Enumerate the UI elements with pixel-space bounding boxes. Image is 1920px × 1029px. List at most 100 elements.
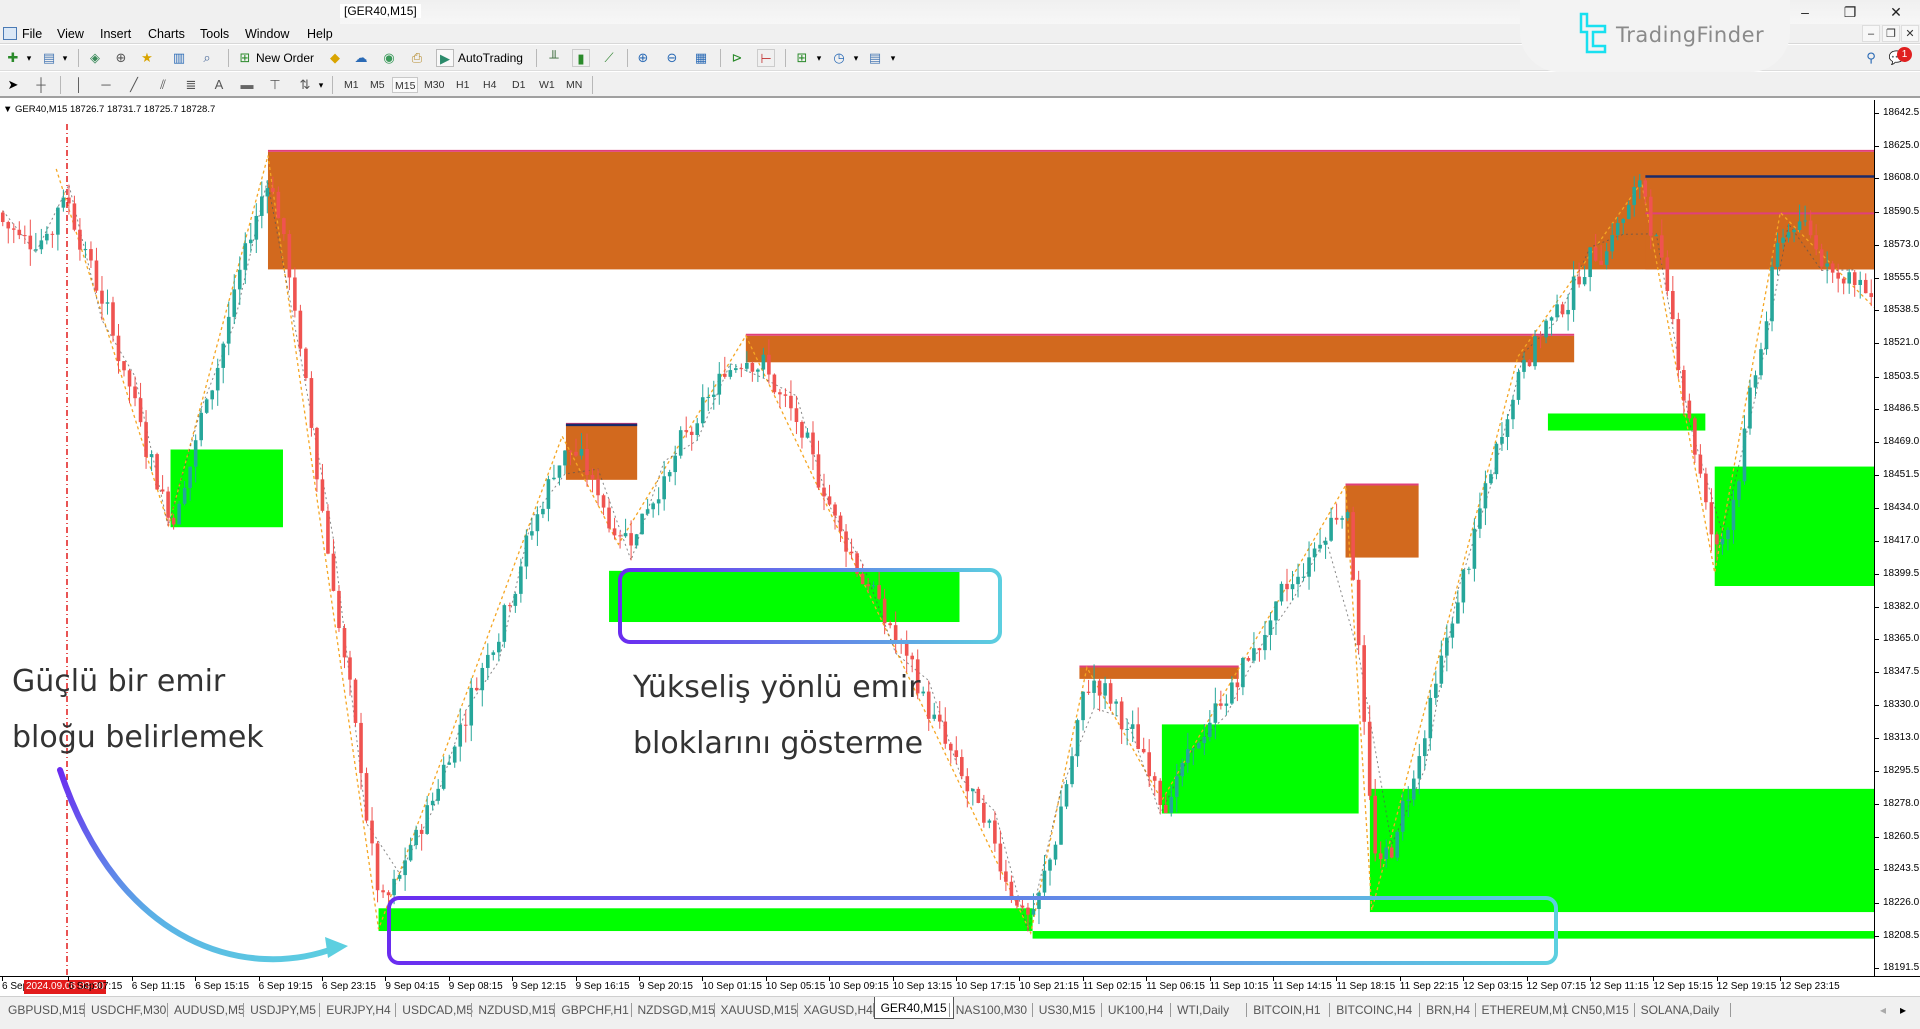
market-watch-icon[interactable]: ◈ <box>86 49 104 67</box>
menu-tools[interactable]: Tools <box>200 27 229 41</box>
crosshair-icon[interactable]: ┼ <box>32 76 50 94</box>
indicators-icon[interactable]: ⊞ <box>793 49 811 67</box>
text-label-icon[interactable]: ⊤ <box>266 76 284 94</box>
dropdown-arrow-icon[interactable]: ▾ <box>312 76 330 94</box>
symbol-tab[interactable]: WTI,Daily <box>1177 1000 1229 1020</box>
printer-icon[interactable]: ⎙ <box>408 49 426 67</box>
chart-restore-button[interactable]: ❐ <box>1882 25 1900 42</box>
timeframe-h1[interactable]: H1 <box>454 77 471 93</box>
rectangle-icon[interactable]: ▬ <box>238 76 256 94</box>
notification-badge[interactable]: 1 <box>1897 47 1912 62</box>
symbol-tab[interactable]: XAGUSD,H4 <box>804 1000 873 1020</box>
cursor-arrow-icon[interactable]: ➤ <box>4 76 22 94</box>
candle-body <box>1571 276 1576 310</box>
window-restore-button[interactable]: ❐ <box>1832 2 1868 22</box>
zoom-out-icon[interactable]: ⊖ <box>663 49 681 67</box>
timeframe-m1[interactable]: M1 <box>342 77 361 93</box>
timeframe-m5[interactable]: M5 <box>368 77 387 93</box>
chart-menu-triangle-icon[interactable]: ▼ <box>3 104 12 115</box>
symbol-tab[interactable]: BITCOIN,H1 <box>1253 1000 1320 1020</box>
strategy-tester-icon[interactable]: ⌕ <box>198 49 216 67</box>
symbol-tab[interactable]: NZDUSD,M15 <box>478 1000 555 1020</box>
dropdown-arrow-icon[interactable]: ▾ <box>847 49 865 67</box>
bar-chart-icon[interactable]: ╨ <box>545 49 563 67</box>
price-axis[interactable]: 18642.5 18625.0 18608.0 18590.5 18573.0 18555… <box>1874 100 1920 976</box>
line-chart-icon[interactable]: ⟋ <box>600 49 618 67</box>
signals-icon[interactable]: ☁ <box>352 49 370 67</box>
navigator-crosshair-icon[interactable]: ⊕ <box>112 49 130 67</box>
radio-signal-icon[interactable]: ◉ <box>380 49 398 67</box>
symbol-tab[interactable]: BRN,H4 <box>1426 1000 1470 1020</box>
search-icon[interactable]: ⚲ <box>1862 49 1880 67</box>
symbol-tab[interactable]: BITCOINC,H4 <box>1336 1000 1412 1020</box>
candle <box>987 818 992 829</box>
timeframe-w1[interactable]: W1 <box>537 77 557 93</box>
chart-shift-icon[interactable]: ⊳ <box>728 49 746 67</box>
tab-scroll-right-icon[interactable]: ▸ <box>1900 1000 1906 1020</box>
symbol-tab[interactable]: EURJPY,H4 <box>326 1000 390 1020</box>
candle <box>1505 413 1510 451</box>
symbol-tab[interactable]: GBPCHF,H1 <box>561 1000 628 1020</box>
symbol-tab[interactable]: USDCAD,M5 <box>402 1000 473 1020</box>
symbol-tab[interactable]: GER40,M15 <box>873 997 954 1019</box>
menu-charts[interactable]: Charts <box>148 27 185 41</box>
equidistant-channel-icon[interactable]: ⫽ <box>154 76 172 94</box>
candle <box>1318 529 1322 553</box>
window-close-button[interactable]: ✕ <box>1878 2 1914 22</box>
autoscroll-icon[interactable]: ⊢ <box>757 49 775 67</box>
periods-clock-icon[interactable]: ◷ <box>830 49 848 67</box>
chart-minimize-button[interactable]: – <box>1862 25 1880 42</box>
candlestick-chart-icon[interactable]: ▮ <box>572 49 590 67</box>
zoom-in-icon[interactable]: ⊕ <box>634 49 652 67</box>
dropdown-arrow-icon[interactable]: ▾ <box>56 49 74 67</box>
symbol-tab[interactable]: GBPUSD,M15 <box>8 1000 85 1020</box>
timeframe-h4[interactable]: H4 <box>481 77 498 93</box>
tab-scroll-left-icon[interactable]: ◂ <box>1880 1000 1886 1020</box>
symbol-tab[interactable]: US30,M15 <box>1039 1000 1096 1020</box>
menu-help[interactable]: Help <box>307 27 333 41</box>
horizontal-line-icon[interactable]: ─ <box>97 76 115 94</box>
fibonacci-icon[interactable]: ≣ <box>182 76 200 94</box>
timeframe-d1[interactable]: D1 <box>510 77 527 93</box>
timeframe-m15[interactable]: M15 <box>392 77 419 93</box>
symbol-tab[interactable]: NAS100,M30 <box>956 1000 1027 1020</box>
terminal-icon[interactable]: ▥ <box>170 49 188 67</box>
text-icon[interactable]: A <box>210 76 228 94</box>
timeframe-mn[interactable]: MN <box>564 77 584 93</box>
dropdown-arrow-icon[interactable]: ▾ <box>884 49 902 67</box>
dropdown-arrow-icon[interactable]: ▾ <box>810 49 828 67</box>
symbol-tab[interactable]: USDCHF,M30 <box>91 1000 166 1020</box>
tile-windows-icon[interactable]: ▦ <box>692 49 710 67</box>
toolbar-separator <box>332 76 333 94</box>
price-tick-label: 18555.5 <box>1883 271 1920 283</box>
annotation-strong-ob-line1: Güçlü bir emir <box>12 664 226 699</box>
time-axis[interactable]: 6 Sep 2024.09.06 03:30 6 Sep 07:15 6 Sep … <box>0 976 1920 996</box>
chart-canvas[interactable] <box>0 100 1874 976</box>
symbol-tab[interactable]: ETHEREUM,M1 <box>1482 1000 1569 1020</box>
symbol-tab[interactable]: AUDUSD,M5 <box>174 1000 245 1020</box>
menu-insert[interactable]: Insert <box>100 27 131 41</box>
autotrading-button[interactable]: AutoTrading <box>458 49 523 67</box>
new-order-button[interactable]: New Order <box>256 49 314 67</box>
dropdown-arrow-icon[interactable]: ▾ <box>20 49 38 67</box>
trendline-icon[interactable]: ╱ <box>125 76 143 94</box>
new-order-icon[interactable]: ⊞ <box>236 49 254 67</box>
templates-icon[interactable]: ▤ <box>866 49 884 67</box>
timeframe-m30[interactable]: M30 <box>422 77 446 93</box>
symbol-tab[interactable]: USDJPY,M5 <box>250 1000 316 1020</box>
symbol-tab[interactable]: XAUUSD,M15 <box>721 1000 798 1020</box>
menu-view[interactable]: View <box>57 27 84 41</box>
symbol-tab[interactable]: UK100,H4 <box>1108 1000 1163 1020</box>
vertical-line-icon[interactable]: │ <box>70 76 88 94</box>
menu-window[interactable]: Window <box>245 27 289 41</box>
symbol-tab[interactable]: SOLANA,Daily <box>1641 1000 1720 1020</box>
candle <box>160 475 165 494</box>
menu-file[interactable]: File <box>22 27 42 41</box>
metaeditor-icon[interactable]: ◆ <box>326 49 344 67</box>
chart-close-button[interactable]: ✕ <box>1901 25 1919 42</box>
autotrading-icon[interactable]: ▶ <box>436 49 454 67</box>
window-minimize-button[interactable]: – <box>1787 2 1823 22</box>
favorites-folder-icon[interactable]: ★ <box>138 49 156 67</box>
symbol-tab[interactable]: NZDSGD,M15 <box>638 1000 715 1020</box>
symbol-tab[interactable]: CN50,M15 <box>1571 1000 1628 1020</box>
